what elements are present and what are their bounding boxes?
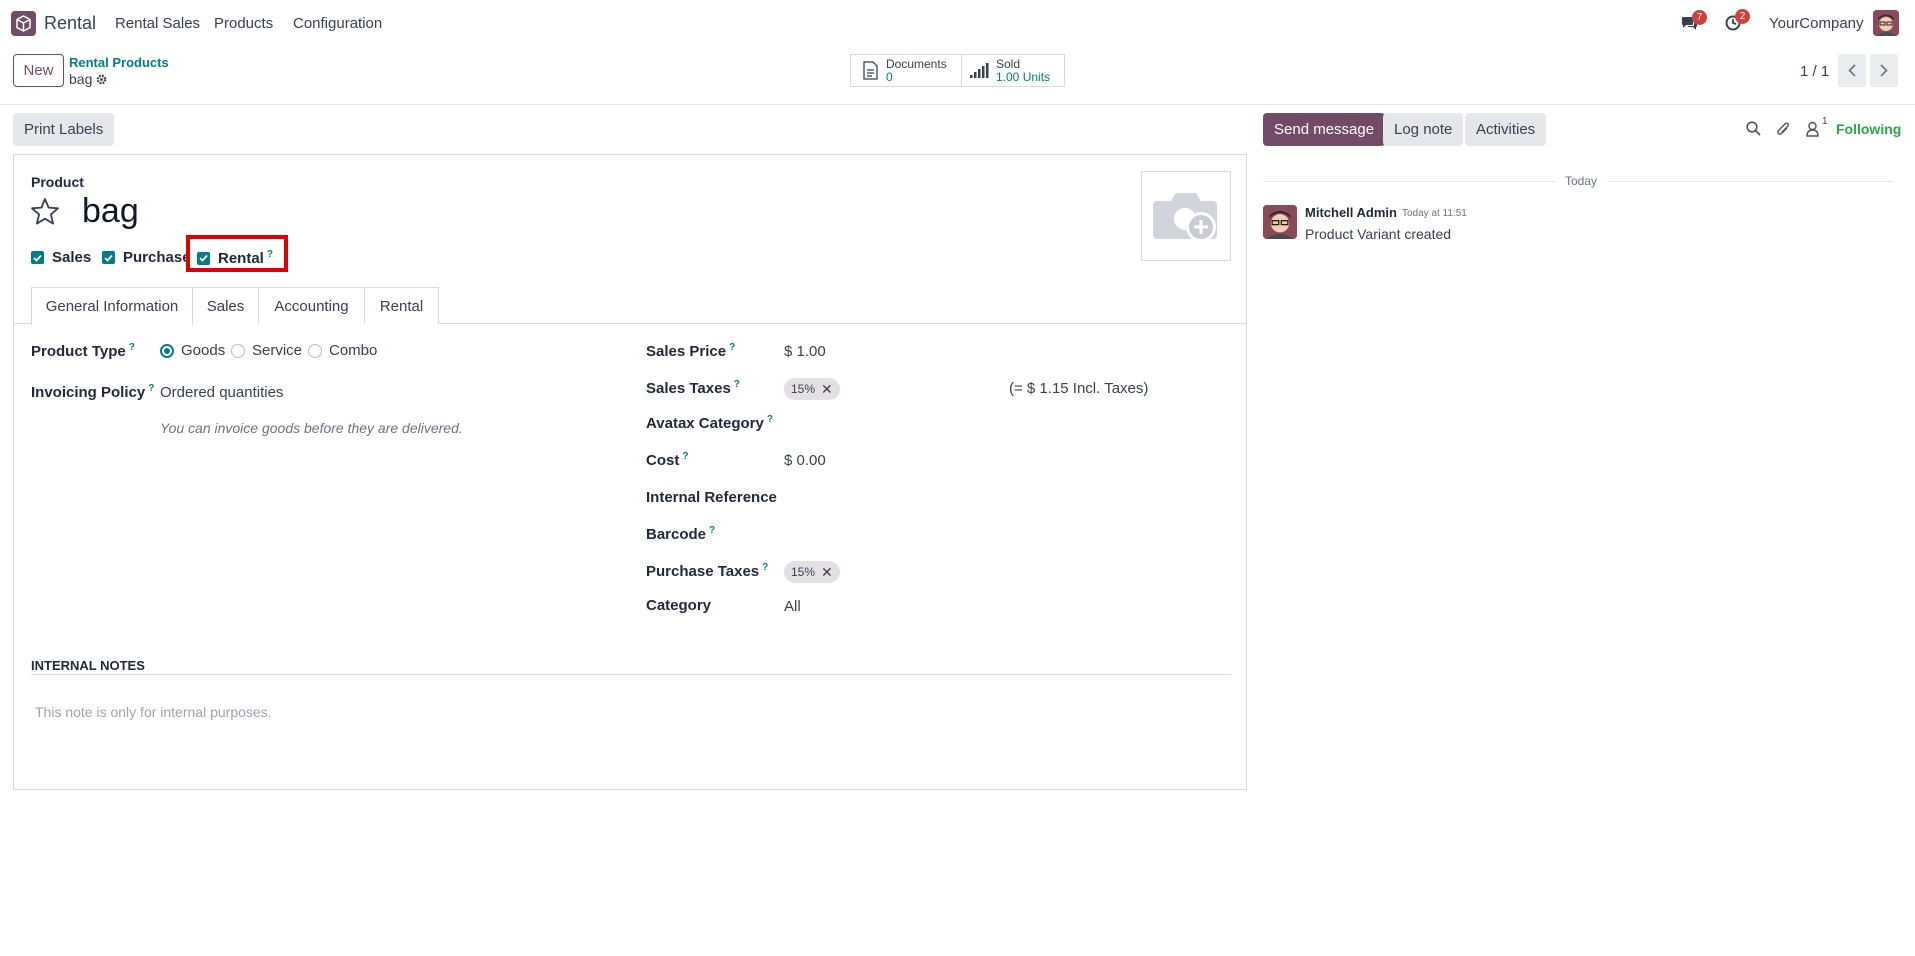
- internal-notes-field[interactable]: This note is only for internal purposes.: [35, 704, 272, 720]
- new-button[interactable]: New: [13, 54, 64, 87]
- sales-taxes-label: Sales Taxes?: [646, 379, 740, 397]
- purchase-checkbox[interactable]: Purchase: [102, 249, 191, 266]
- activities-button[interactable]: 2: [1725, 9, 1750, 35]
- internal-notes-title: INTERNAL NOTES: [31, 658, 145, 673]
- remove-tag-icon[interactable]: ✕: [821, 564, 833, 581]
- form-tabs: General Information Sales Accounting Ren…: [14, 287, 1246, 325]
- sales-price-label: Sales Price?: [646, 342, 736, 360]
- breadcrumb-current: bag: [69, 71, 107, 87]
- user-avatar[interactable]: [1873, 10, 1899, 36]
- star-icon[interactable]: [30, 197, 60, 226]
- cost-label: Cost?: [646, 451, 689, 469]
- paperclip-icon[interactable]: [1776, 121, 1790, 137]
- documents-stat-button[interactable]: Documents 0: [850, 54, 962, 87]
- tab-accounting[interactable]: Accounting: [259, 287, 365, 324]
- pager-next-button[interactable]: [1870, 54, 1898, 87]
- purchase-checkbox-label: Purchase: [123, 249, 191, 266]
- date-separator: Today: [1555, 174, 1608, 188]
- messages-badge: 7: [1692, 10, 1707, 25]
- purchase-taxes-label: Purchase Taxes?: [646, 562, 769, 580]
- barcode-label: Barcode?: [646, 525, 716, 543]
- purchase-taxes-tag[interactable]: 15% ✕: [784, 561, 840, 583]
- sales-taxes-included: (= $ 1.15 Incl. Taxes): [1009, 380, 1149, 397]
- app-name[interactable]: Rental: [44, 13, 96, 34]
- sales-taxes-tag[interactable]: 15% ✕: [784, 378, 840, 400]
- cost-field[interactable]: $ 0.00: [784, 452, 826, 469]
- sales-taxes-tag-label: 15%: [791, 382, 816, 396]
- notes-divider: [31, 674, 1231, 675]
- pager-previous-button[interactable]: [1838, 54, 1866, 87]
- purchase-taxes-tag-label: 15%: [791, 565, 816, 579]
- invoicing-policy-label: Invoicing Policy?: [31, 383, 155, 401]
- product-type-service-radio[interactable]: [231, 344, 245, 358]
- chevron-right-icon: [1880, 64, 1888, 77]
- message-body: Product Variant created: [1305, 226, 1452, 242]
- sold-stat-label: Sold: [996, 56, 1021, 71]
- checkbox-checked-icon: [31, 251, 44, 264]
- rental-app-icon[interactable]: [11, 11, 36, 36]
- user-icon: [1806, 121, 1819, 137]
- company-switcher[interactable]: YourCompany: [1769, 15, 1864, 32]
- product-type-service-label[interactable]: Service: [252, 342, 302, 359]
- message-time: Today at 11:51: [1402, 208, 1467, 219]
- gear-icon[interactable]: [96, 74, 107, 85]
- following-button[interactable]: Following: [1836, 121, 1901, 137]
- menu-products[interactable]: Products: [214, 15, 273, 32]
- category-label: Category: [646, 597, 712, 614]
- product-name-field[interactable]: bag: [82, 192, 139, 231]
- log-note-button[interactable]: Log note: [1383, 113, 1464, 146]
- tab-general-information[interactable]: General Information: [31, 287, 193, 325]
- top-navbar: Rental Rental Sales Products Configurati…: [0, 0, 1915, 46]
- pager-value[interactable]: 1 / 1: [1800, 63, 1829, 80]
- category-field[interactable]: All: [784, 598, 801, 615]
- followers-button[interactable]: 1: [1806, 116, 1828, 141]
- followers-count: 1: [1822, 116, 1828, 127]
- breadcrumb-current-label: bag: [69, 71, 93, 87]
- checkbox-checked-icon: [197, 251, 210, 265]
- send-message-button[interactable]: Send message: [1263, 113, 1386, 146]
- message-author[interactable]: Mitchell Admin: [1305, 205, 1397, 220]
- menu-rental-sales[interactable]: Rental Sales: [115, 15, 200, 32]
- product-image-upload[interactable]: [1141, 171, 1231, 261]
- remove-tag-icon[interactable]: ✕: [821, 381, 833, 398]
- invoicing-policy-hint: You can invoice goods before they are de…: [160, 420, 463, 436]
- control-panel: New Rental Products bag Documents 0 Sold…: [0, 46, 1915, 105]
- print-labels-button[interactable]: Print Labels: [13, 113, 115, 146]
- rental-checkbox[interactable]: Rental?: [197, 249, 273, 267]
- sold-stat-button[interactable]: Sold 1.00 Units: [961, 54, 1065, 87]
- menu-configuration[interactable]: Configuration: [293, 15, 382, 32]
- product-type-label: Product Type?: [31, 342, 135, 360]
- product-form-sheet: Product bag Sales Purchase Rental? Gener…: [13, 154, 1247, 790]
- documents-stat-label: Documents: [886, 56, 947, 71]
- rental-checkbox-label: Rental?: [218, 249, 273, 267]
- signal-chart-icon: [970, 63, 989, 78]
- messages-button[interactable]: 7: [1681, 10, 1707, 35]
- product-type-combo-radio[interactable]: [308, 344, 322, 358]
- search-icon[interactable]: [1746, 121, 1761, 136]
- tab-rental[interactable]: Rental: [365, 287, 439, 324]
- product-label: Product: [31, 174, 84, 190]
- checkbox-checked-icon: [102, 251, 115, 264]
- product-type-goods-label[interactable]: Goods: [181, 342, 225, 359]
- product-type-goods-radio[interactable]: [160, 344, 174, 358]
- sales-checkbox-label: Sales: [52, 249, 92, 266]
- documents-stat-value: 0: [886, 69, 893, 84]
- document-icon: [863, 61, 878, 80]
- invoicing-policy-field[interactable]: Ordered quantities: [160, 384, 283, 401]
- internal-reference-label: Internal Reference: [646, 489, 777, 506]
- breadcrumb-parent[interactable]: Rental Products: [69, 55, 169, 70]
- product-type-combo-label[interactable]: Combo: [329, 342, 377, 359]
- avatax-category-label: Avatax Category?: [646, 414, 773, 432]
- message-author-avatar[interactable]: [1263, 205, 1297, 239]
- sales-price-field[interactable]: $ 1.00: [784, 343, 826, 360]
- sold-stat-value: 1.00 Units: [996, 69, 1051, 84]
- sales-checkbox[interactable]: Sales: [31, 249, 91, 266]
- camera-add-icon: [1153, 193, 1217, 242]
- tab-sales[interactable]: Sales: [193, 287, 259, 324]
- activities-badge: 2: [1735, 9, 1750, 24]
- chevron-left-icon: [1848, 64, 1856, 77]
- activities-button[interactable]: Activities: [1465, 113, 1547, 146]
